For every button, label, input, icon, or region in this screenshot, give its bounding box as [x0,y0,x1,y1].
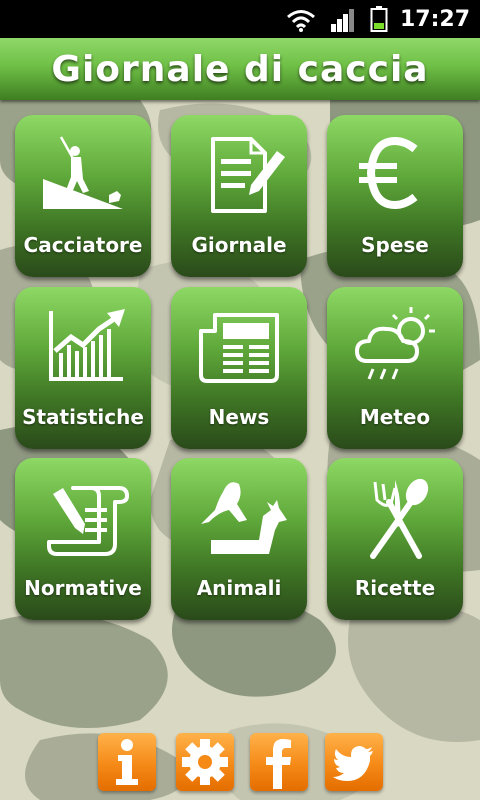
tile-news[interactable]: News [171,287,307,449]
status-icons [286,6,388,32]
journal-icon [171,129,307,229]
cutlery-icon [327,472,463,572]
tile-label: Animali [196,576,282,600]
tile-animali[interactable]: Animali [171,458,307,620]
tile-cacciatore[interactable]: Cacciatore [15,115,151,277]
signal-icon [331,9,354,32]
battery-icon [370,6,388,32]
app-header: Giornale di caccia [0,38,480,100]
settings-icon [182,739,228,785]
tile-label: Spese [361,233,429,257]
tile-label: Ricette [354,576,436,600]
wifi-icon [287,10,315,32]
settings-button[interactable] [176,733,234,791]
weather-icon [327,301,463,401]
tile-label: Meteo [359,405,431,429]
regulations-icon [15,472,151,572]
twitter-icon [333,746,373,781]
status-bar: 17:27 [0,0,480,38]
euro-icon [327,129,463,229]
animals-icon [171,472,307,572]
tile-ricette[interactable]: Ricette [327,458,463,620]
tile-normative[interactable]: Normative [15,458,151,620]
chart-icon [15,301,151,401]
tile-statistiche[interactable]: Statistiche [15,287,151,449]
facebook-icon [266,739,291,789]
tile-label: Normative [24,576,142,600]
tile-giornale[interactable]: Giornale [171,115,307,277]
tile-label: News [208,405,270,429]
page-title: Giornale di caccia [51,48,429,90]
info-button[interactable] [98,733,156,791]
tile-label: Statistiche [22,405,144,429]
hunter-icon [15,129,151,229]
facebook-button[interactable] [250,733,308,791]
tile-label: Cacciatore [23,233,143,257]
tile-label: Giornale [191,233,287,257]
status-time: 17:27 [399,7,470,32]
tile-spese[interactable]: Spese [327,115,463,277]
tile-meteo[interactable]: Meteo [327,287,463,449]
info-icon [116,739,138,785]
newspaper-icon [171,301,307,401]
twitter-button[interactable] [325,733,383,791]
